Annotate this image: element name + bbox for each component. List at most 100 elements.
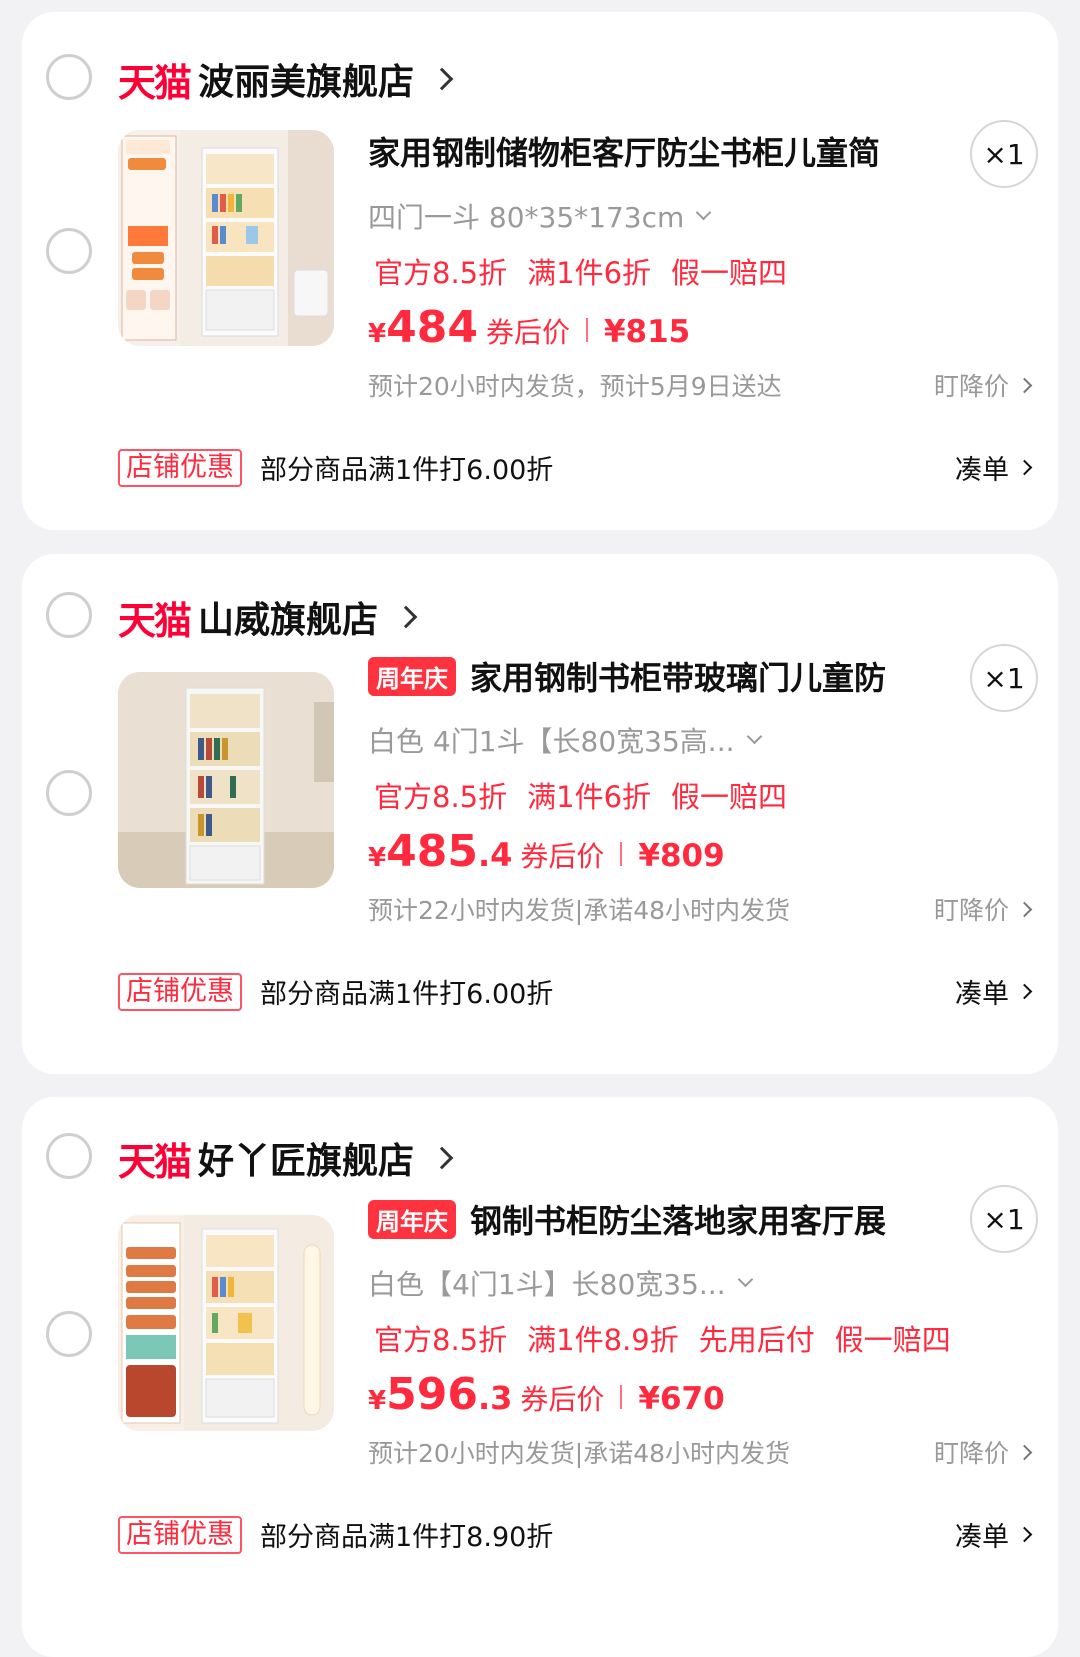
price-watch-link[interactable]: 盯降价 <box>933 891 1033 927</box>
promo-tag: 官方8.5折 <box>374 780 508 814</box>
promo-tag: 假一赔四 <box>834 1323 951 1357</box>
shipping-info: 预计20小时内发货|承诺48小时内发货 <box>368 1439 791 1468</box>
price-row: ¥ 596 .3 券后价 ¥670 <box>368 1369 725 1420</box>
sku-selector[interactable]: 四门一斗 80*35*173cm <box>368 196 712 236</box>
add-on-order-label: 凑单 <box>955 1522 1009 1553</box>
add-on-order-label: 凑单 <box>955 455 1009 486</box>
item-select-radio[interactable] <box>46 770 92 816</box>
product-title[interactable]: 家用钢制储物柜客厅防尘书柜儿童简 <box>368 128 880 174</box>
sku-text: 白色【4门1斗】长80宽35... <box>368 1268 726 1301</box>
store-card: 天猫 好丫匠旗舰店 周年庆 钢制书柜防尘落地家用客厅展 ×1 白色【4门1斗】长… <box>22 1097 1058 1657</box>
chevron-right-icon <box>1016 1526 1033 1543</box>
promo-tag: 满1件6折 <box>527 256 652 290</box>
store-promo-text: 部分商品满1件打6.00折 <box>260 455 554 486</box>
add-on-order-label: 凑单 <box>955 979 1009 1010</box>
item-select-radio[interactable] <box>46 1311 92 1357</box>
price-label: 券后价 <box>520 1383 605 1416</box>
product-thumbnail[interactable] <box>118 672 334 888</box>
price-divider <box>585 318 588 342</box>
promo-tag: 先用后付 <box>698 1323 815 1357</box>
add-on-order-link[interactable]: 凑单 <box>955 972 1033 1011</box>
price-row: ¥ 484 券后价 ¥815 <box>368 302 690 353</box>
promo-tags: 官方8.5折 满1件6折 假一赔四 <box>374 250 807 292</box>
chevron-down-icon <box>746 728 762 744</box>
quantity-badge[interactable]: ×1 <box>970 644 1038 712</box>
store-promo-text: 部分商品满1件打6.00折 <box>260 979 554 1010</box>
product-title[interactable]: 钢制书柜防尘落地家用客厅展 <box>470 1196 886 1242</box>
price-watch-link[interactable]: 盯降价 <box>933 1434 1033 1470</box>
add-on-order-link[interactable]: 凑单 <box>955 448 1033 487</box>
item-select-radio[interactable] <box>46 228 92 274</box>
promo-tag: 假一赔四 <box>671 780 788 814</box>
anniversary-badge: 周年庆 <box>368 1199 456 1239</box>
store-header[interactable]: 天猫 山威旗舰店 <box>118 584 418 650</box>
store-promo-row: 店铺优惠 部分商品满1件打6.00折 凑单 <box>118 448 1033 487</box>
product-title-row[interactable]: 家用钢制储物柜客厅防尘书柜儿童简 <box>368 128 918 174</box>
product-thumbnail[interactable] <box>118 1215 334 1431</box>
chevron-right-icon <box>430 1146 454 1170</box>
price-label: 券后价 <box>520 840 605 873</box>
promo-tag: 假一赔四 <box>671 256 788 290</box>
price-integer: 485 <box>386 826 478 877</box>
chevron-down-icon <box>696 204 712 220</box>
store-select-radio[interactable] <box>46 1133 92 1179</box>
price-label: 券后价 <box>485 316 570 349</box>
product-title-row[interactable]: 周年庆 家用钢制书柜带玻璃门儿童防 <box>368 652 918 700</box>
chevron-right-icon <box>1016 459 1033 476</box>
price-watch-label: 盯降价 <box>933 896 1009 925</box>
chevron-down-icon <box>737 1271 753 1287</box>
price-watch-label: 盯降价 <box>933 372 1009 401</box>
quantity-badge[interactable]: ×1 <box>970 1185 1038 1253</box>
chevron-right-icon <box>1016 983 1033 1000</box>
price-divider <box>620 842 623 866</box>
anniversary-badge: 周年庆 <box>368 656 456 696</box>
store-select-radio[interactable] <box>46 54 92 100</box>
sku-text: 四门一斗 80*35*173cm <box>368 201 685 234</box>
currency-symbol: ¥ <box>368 843 387 873</box>
sku-text: 白色 4门1斗【长80宽35高... <box>368 725 735 758</box>
promo-tag: 官方8.5折 <box>374 1323 508 1357</box>
promo-tags: 官方8.5折 满1件8.9折 先用后付 假一赔四 <box>374 1317 971 1359</box>
product-title[interactable]: 家用钢制书柜带玻璃门儿童防 <box>470 653 886 699</box>
tmall-logo: 天猫 <box>118 1139 192 1184</box>
store-name[interactable]: 波丽美旗舰店 <box>198 53 414 105</box>
price-watch-link[interactable]: 盯降价 <box>933 367 1033 403</box>
shipping-info: 预计22小时内发货|承诺48小时内发货 <box>368 896 791 925</box>
sku-selector[interactable]: 白色 4门1斗【长80宽35高... <box>368 720 762 760</box>
product-title-row[interactable]: 周年庆 钢制书柜防尘落地家用客厅展 <box>368 1195 918 1243</box>
promo-tag: 官方8.5折 <box>374 256 508 290</box>
chevron-right-icon <box>1016 377 1033 393</box>
quantity-badge[interactable]: ×1 <box>970 120 1038 188</box>
chevron-right-icon <box>394 605 418 629</box>
shipping-info: 预计20小时内发货，预计5月9日送达 <box>368 372 782 401</box>
original-price: ¥809 <box>638 838 725 874</box>
store-promo-row: 店铺优惠 部分商品满1件打6.00折 凑单 <box>118 972 1033 1011</box>
store-header[interactable]: 天猫 好丫匠旗舰店 <box>118 1125 454 1191</box>
promo-tags: 官方8.5折 满1件6折 假一赔四 <box>374 774 807 816</box>
price-integer: 596 <box>386 1369 478 1420</box>
product-thumbnail[interactable] <box>118 130 334 346</box>
promo-tag: 满1件8.9折 <box>527 1323 679 1357</box>
price-watch-label: 盯降价 <box>933 1439 1009 1468</box>
store-header[interactable]: 天猫 波丽美旗舰店 <box>118 46 454 112</box>
store-select-radio[interactable] <box>46 592 92 638</box>
chevron-right-icon <box>1016 1444 1033 1460</box>
sku-selector[interactable]: 白色【4门1斗】长80宽35... <box>368 1263 753 1303</box>
promo-tag: 满1件6折 <box>527 780 652 814</box>
store-promo-badge: 店铺优惠 <box>118 448 242 487</box>
chevron-right-icon <box>430 67 454 91</box>
store-name[interactable]: 好丫匠旗舰店 <box>198 1132 414 1184</box>
original-price: ¥815 <box>603 314 691 350</box>
store-promo-badge: 店铺优惠 <box>118 1515 242 1554</box>
price-row: ¥ 485 .4 券后价 ¥809 <box>368 826 725 877</box>
chevron-right-icon <box>1016 901 1033 917</box>
store-promo-badge: 店铺优惠 <box>118 972 242 1011</box>
add-on-order-link[interactable]: 凑单 <box>955 1515 1033 1554</box>
currency-symbol: ¥ <box>368 319 387 349</box>
store-card: 天猫 山威旗舰店 周年庆 家用钢制书柜带玻璃门儿童防 ×1 白色 4门1斗【长8… <box>22 554 1058 1074</box>
tmall-logo: 天猫 <box>118 598 192 643</box>
price-integer: 484 <box>386 302 478 353</box>
price-decimal: .3 <box>477 1379 513 1417</box>
store-card: 天猫 波丽美旗舰店 家用钢制储物柜客厅防尘书柜儿童简 ×1 四门一斗 80*35… <box>22 12 1058 530</box>
store-name[interactable]: 山威旗舰店 <box>198 591 378 643</box>
